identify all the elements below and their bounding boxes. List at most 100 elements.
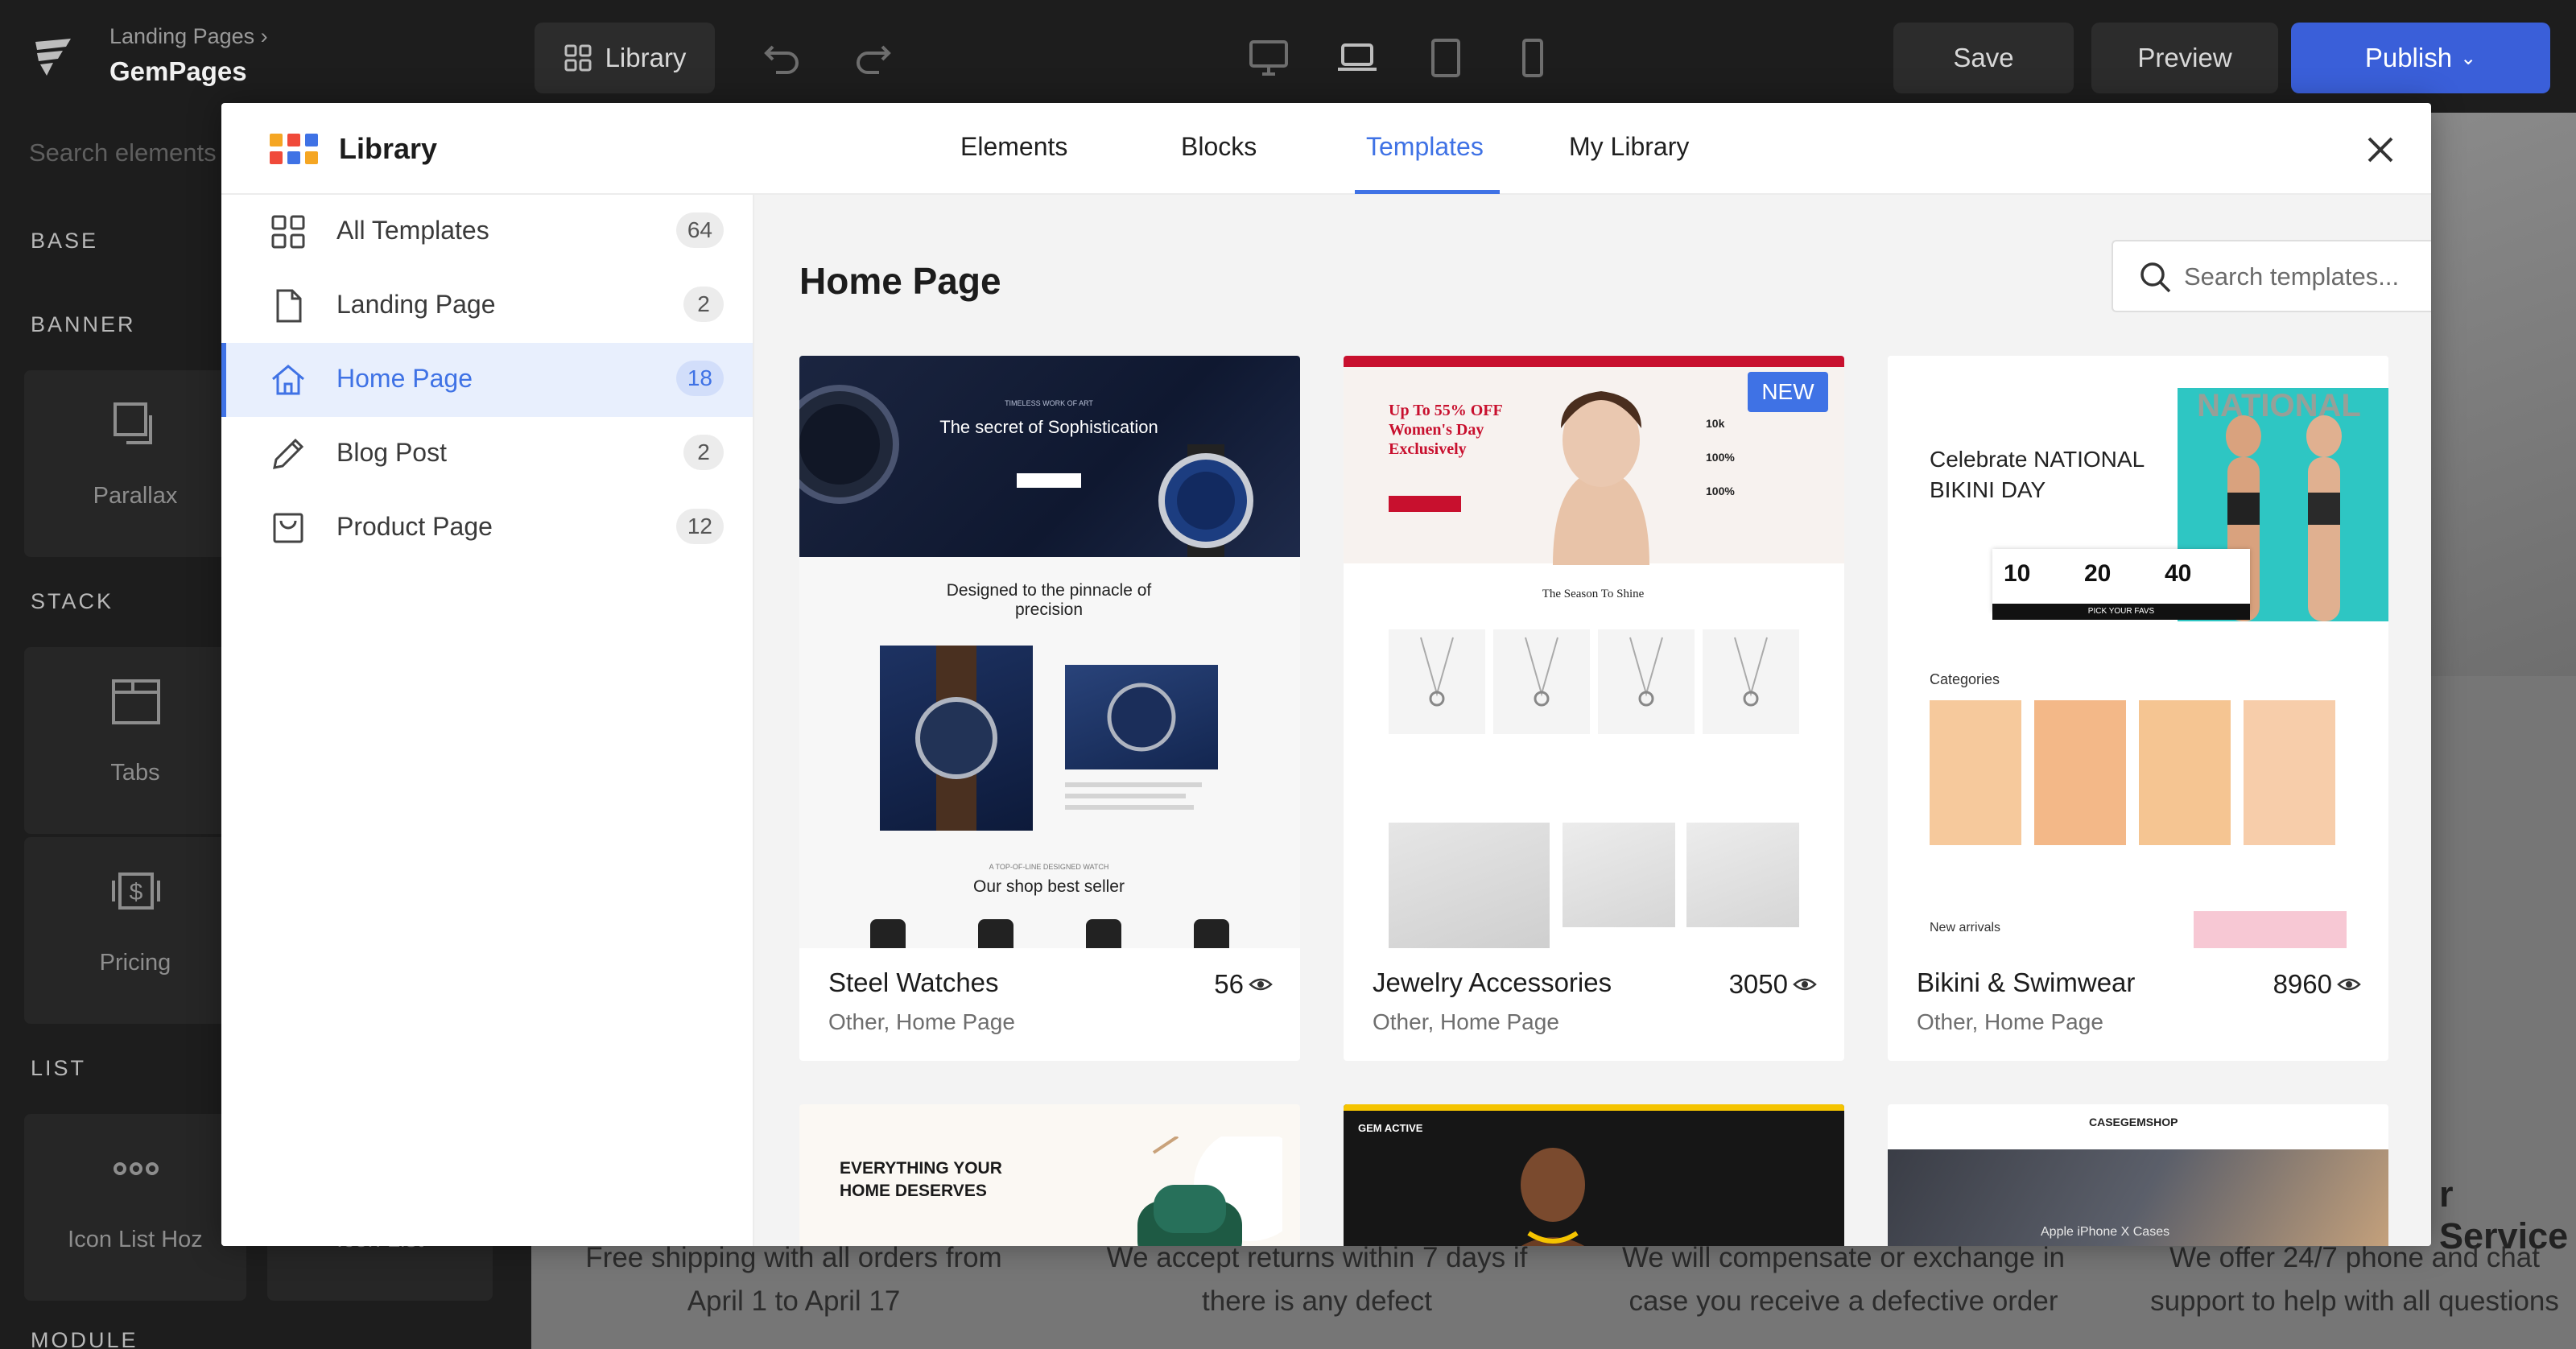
template-name: Steel Watches [828,967,999,997]
preview-button[interactable]: Preview [2091,23,2278,93]
document-icon [276,289,302,323]
category-count: 18 [675,361,724,396]
element-tile-parallax[interactable]: Parallax [24,370,246,557]
countdown-value: 20 [2084,560,2112,587]
tile-label: Pricing [99,950,171,976]
template-views: 56 [1214,969,1273,1000]
thumb-product-image [880,646,1033,831]
desktop-icon[interactable] [1246,35,1291,80]
views-count: 8960 [2273,969,2332,999]
thumb-eyebrow: A TOP-OF-LINE DESIGNED WATCH [989,863,1109,871]
tab-elements[interactable]: Elements [960,132,1067,162]
thumb-bestseller-title: Our shop best seller [973,877,1125,896]
new-badge: NEW [1748,372,1828,412]
thumb-product [1703,629,1799,734]
eye-icon [2337,978,2361,991]
tile-label: Parallax [93,483,178,509]
library-modal: Library Elements Blocks Templates My Lib… [221,103,2431,1246]
close-icon[interactable] [2363,132,2398,167]
tab-blocks[interactable]: Blocks [1181,132,1257,162]
thumb-new-arrivals: New arrivals [1930,921,2001,934]
thumb-top-bar [1344,1104,1844,1111]
category-landing-page[interactable]: Landing Page 2 [221,269,753,343]
template-card-gem-active[interactable]: GEM ACTIVE [1344,1104,1844,1246]
template-card-jewelry-accessories[interactable]: Up To 55% OFF Women's Day Exclusively 10… [1344,356,1844,1061]
elements-search-input[interactable]: Search elements [29,138,217,167]
template-card-casegemshop[interactable]: CASEGEMSHOP Apple iPhone X Cases [1888,1104,2388,1246]
thumb-product [1086,919,1121,948]
section-stack: STACK [31,589,114,613]
library-button[interactable]: Library [535,23,715,93]
tab-templates[interactable]: Templates [1366,132,1484,162]
tab-my-library[interactable]: My Library [1569,132,1689,162]
mobile-icon[interactable] [1510,35,1555,80]
template-card-steel-watches[interactable]: TIMELESS WORK OF ART The secret of Sophi… [799,356,1300,1061]
thumb-category-image [1930,700,2021,845]
thumb-heading: Designed to the pinnacle of precision [946,581,1152,619]
template-card-bikini-swimwear[interactable]: NATIONAL Celebrate NATIONAL BIKINI DAY 1… [1888,356,2388,1061]
armchair-image [1137,1137,1282,1246]
section-module: MODULE [31,1328,138,1349]
tablet-icon[interactable] [1423,35,1468,80]
search-input[interactable] [2184,254,2431,299]
svg-text:$: $ [130,879,143,906]
thumb-hero-text: The secret of Sophistication [939,417,1158,437]
thumb-product [1389,629,1485,734]
laptop-icon[interactable] [1335,35,1380,80]
thumb-brand: GEM ACTIVE [1358,1122,1423,1134]
thumb-hero-text: Celebrate NATIONAL BIKINI DAY [1930,447,2145,502]
thumb-image [2194,911,2347,948]
views-count: 3050 [1728,969,1788,999]
element-tile-pricing[interactable]: $ Pricing [24,837,246,1024]
element-tile-icon-list-hoz[interactable]: Icon List Hoz [24,1114,246,1301]
template-thumbnail: Up To 55% OFF Women's Day Exclusively 10… [1344,356,1844,948]
template-card-home-decor[interactable]: EVERYTHING YOUR HOME DESERVES [799,1104,1300,1246]
category-all-templates[interactable]: All Templates 64 [221,195,753,269]
thumb-product [870,919,906,948]
category-product-page[interactable]: Product Page 12 [221,491,753,565]
chevron-down-icon: ⌄ [2460,47,2477,69]
thumb-stat: 10k [1706,417,1725,430]
gempages-logo-icon [35,39,71,76]
thumb-hero-text: Apple iPhone X Cases [2041,1225,2170,1239]
redo-icon[interactable] [850,35,895,80]
category-home-page[interactable]: Home Page 18 [221,343,753,417]
tile-label: Icon List Hoz [68,1227,203,1252]
library-button-label: Library [605,43,687,72]
countdown [1992,549,2250,612]
tabs-icon [112,679,160,724]
editor-topbar: Landing Pages › GemPages Library Save Pr… [0,0,2576,113]
grid-icon [564,44,592,72]
hero-image [2415,113,2576,676]
thumb-section-title: The Season To Shine [1542,588,1645,600]
thumb-category-image [2244,700,2335,845]
grid-icon [271,215,305,249]
views-count: 56 [1214,969,1244,999]
thumb-stat: 100% [1706,485,1735,497]
thumb-product [1493,629,1590,734]
section-title: Home Page [799,260,1001,302]
thumb-image [1563,823,1675,927]
thumb-text-line [1065,805,1194,810]
category-blog-post[interactable]: Blog Post 2 [221,417,753,491]
save-button[interactable]: Save [1893,23,2074,93]
template-search[interactable] [2112,240,2431,312]
publish-button[interactable]: Publish ⌄ [2291,23,2550,93]
active-tab-indicator [1355,190,1500,194]
library-logo-icon [270,134,318,167]
thumb-stat: 100% [1706,451,1735,464]
icon-list-icon [114,1162,159,1175]
thumb-cta: PICK YOUR FAVS [1992,604,2250,620]
category-label: Landing Page [336,290,496,319]
template-category: Other, Home Page [1373,1009,1559,1034]
thumb-product [978,919,1013,948]
element-tile-tabs[interactable]: Tabs [24,647,246,834]
breadcrumb[interactable]: Landing Pages › [109,24,268,49]
template-category: Other, Home Page [1917,1009,2103,1034]
eye-icon [1249,978,1273,991]
template-categories: All Templates 64 Landing Page 2 Home Pag… [221,195,754,1246]
undo-icon[interactable] [760,35,805,80]
thumb-category-image [2034,700,2126,845]
feature-text-1: Free shipping with all orders from April… [585,1242,1002,1317]
bag-icon [273,513,303,543]
